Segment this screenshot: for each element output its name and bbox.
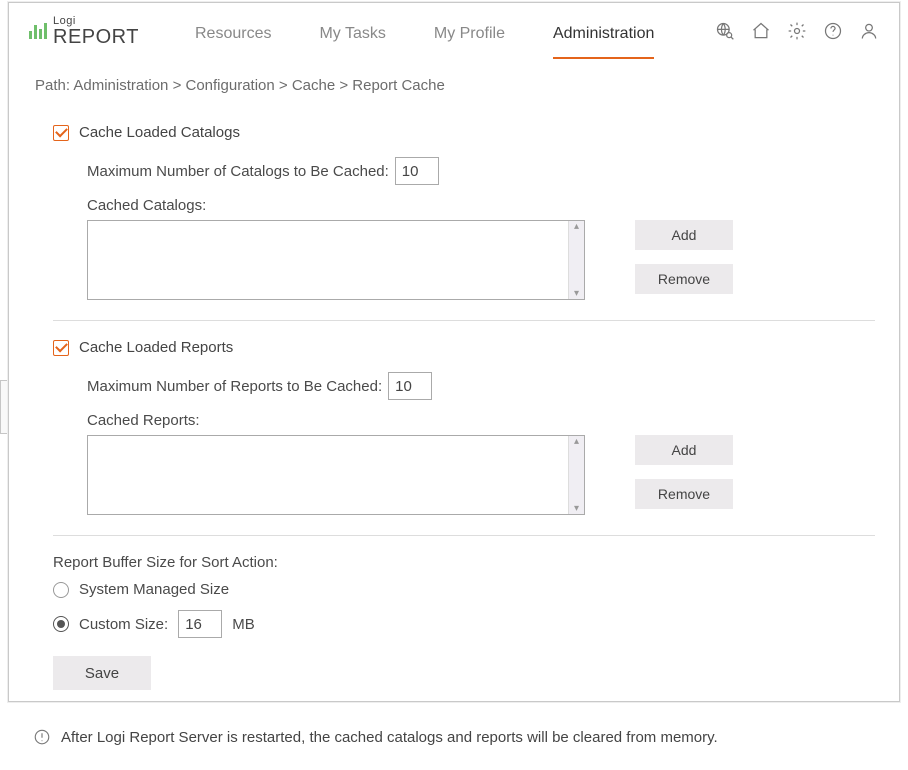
input-custom-size[interactable] [178, 610, 222, 638]
content: Path: Administration > Configuration > C… [9, 59, 899, 770]
add-report-button[interactable]: Add [635, 435, 733, 465]
scrollbar[interactable] [568, 436, 584, 514]
breadcrumb: Path: Administration > Configuration > C… [35, 77, 875, 94]
label-unit-mb: MB [232, 616, 255, 633]
label-cache-reports: Cache Loaded Reports [79, 339, 233, 356]
label-cache-catalogs: Cache Loaded Catalogs [79, 124, 240, 141]
label-max-catalogs: Maximum Number of Catalogs to Be Cached: [87, 163, 389, 180]
checkbox-cache-reports[interactable] [53, 340, 69, 356]
home-icon[interactable] [751, 21, 771, 41]
label-buffer-title: Report Buffer Size for Sort Action: [53, 554, 875, 571]
nav-resources[interactable]: Resources [195, 25, 271, 59]
label-cached-catalogs-list: Cached Catalogs: [87, 197, 875, 214]
app-frame: Logi REPORT Resources My Tasks My Profil… [8, 2, 900, 702]
topbar: Logi REPORT Resources My Tasks My Profil… [9, 3, 899, 59]
radio-custom-size[interactable] [53, 616, 69, 632]
save-button[interactable]: Save [53, 656, 151, 690]
scrollbar[interactable] [568, 221, 584, 299]
nav-my-tasks[interactable]: My Tasks [319, 25, 385, 59]
remove-catalog-button[interactable]: Remove [635, 264, 733, 294]
remove-report-button[interactable]: Remove [635, 479, 733, 509]
section-buffer: Report Buffer Size for Sort Action: Syst… [53, 554, 875, 638]
radio-system-size[interactable] [53, 582, 69, 598]
gear-icon[interactable] [787, 21, 807, 41]
label-max-reports: Maximum Number of Reports to Be Cached: [87, 378, 382, 395]
divider [53, 535, 875, 536]
logo-big: REPORT [53, 26, 139, 48]
input-max-reports[interactable] [388, 372, 432, 400]
info-icon [33, 728, 51, 746]
globe-search-icon[interactable] [715, 21, 735, 41]
checkbox-cache-catalogs[interactable] [53, 125, 69, 141]
info-note: After Logi Report Server is restarted, t… [33, 728, 875, 746]
add-catalog-button[interactable]: Add [635, 220, 733, 250]
section-cache-catalogs: Cache Loaded Catalogs Maximum Number of … [33, 124, 875, 314]
section-cache-reports: Cache Loaded Reports Maximum Number of R… [33, 339, 875, 529]
label-custom-size: Custom Size: [79, 616, 168, 633]
label-cached-reports-list: Cached Reports: [87, 412, 875, 429]
nav-administration[interactable]: Administration [553, 25, 654, 59]
input-max-catalogs[interactable] [395, 157, 439, 185]
user-icon[interactable] [859, 21, 879, 41]
info-note-text: After Logi Report Server is restarted, t… [61, 729, 718, 746]
divider [53, 320, 875, 321]
nav-my-profile[interactable]: My Profile [434, 25, 505, 59]
label-system-size: System Managed Size [79, 581, 229, 598]
logo-bars-icon [29, 23, 47, 39]
listbox-cached-catalogs[interactable] [87, 220, 585, 300]
main-nav: Resources My Tasks My Profile Administra… [195, 3, 654, 59]
help-icon[interactable] [823, 21, 843, 41]
topbar-icons [715, 21, 879, 41]
logo-text: Logi REPORT [53, 16, 139, 47]
listbox-cached-reports[interactable] [87, 435, 585, 515]
logo[interactable]: Logi REPORT [29, 16, 139, 47]
